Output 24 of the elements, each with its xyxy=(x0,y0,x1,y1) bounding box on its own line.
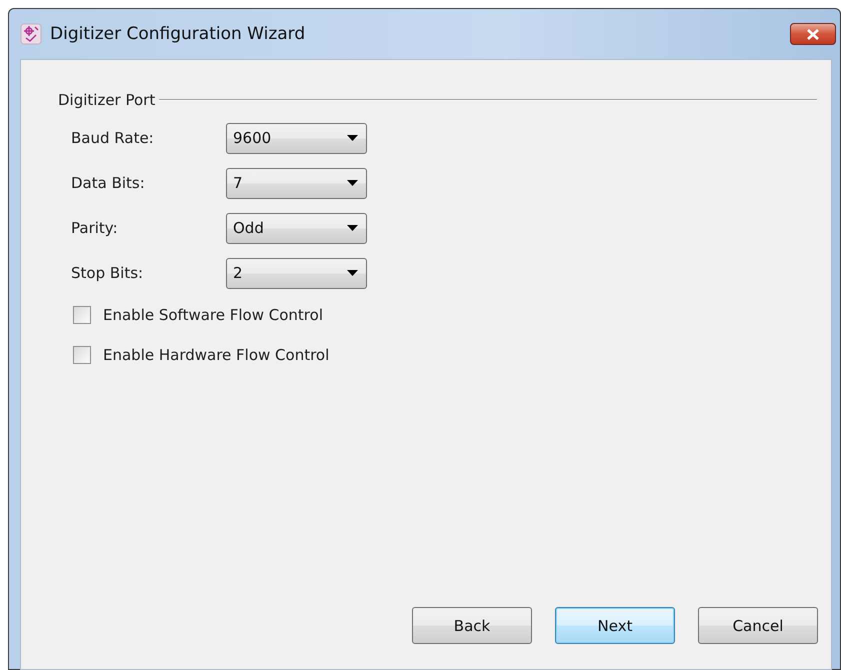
checkbox-label[interactable]: Enable Software Flow Control xyxy=(103,306,323,324)
field-label: Parity: xyxy=(71,219,119,237)
window-title: Digitizer Configuration Wizard xyxy=(50,24,306,44)
dropdown[interactable]: 2 xyxy=(226,258,367,288)
close-button[interactable] xyxy=(790,23,836,45)
checkbox[interactable] xyxy=(73,346,91,364)
field-label: Baud Rate: xyxy=(71,129,155,147)
caret-icon xyxy=(347,225,358,231)
caret-icon xyxy=(347,270,358,276)
cancel-button[interactable]: Cancel xyxy=(698,607,818,644)
wizard-button[interactable]: Next xyxy=(555,607,675,644)
wizard-button[interactable]: Back xyxy=(412,607,532,644)
dropdown[interactable]: 9600 xyxy=(226,122,367,154)
dropdown[interactable]: 7 xyxy=(226,168,367,198)
dropdown[interactable]: Odd xyxy=(226,212,367,244)
app-icon xyxy=(20,23,42,45)
checkbox-label[interactable]: Enable Hardware Flow Control xyxy=(103,346,330,364)
checkbox[interactable] xyxy=(73,306,91,324)
field-label: Data Bits: xyxy=(71,174,146,192)
close-icon xyxy=(806,28,820,40)
caret-icon xyxy=(347,180,358,186)
group-title: Digitizer Port xyxy=(58,91,156,109)
field-label: Stop Bits: xyxy=(71,264,144,282)
caret-icon xyxy=(347,135,358,141)
